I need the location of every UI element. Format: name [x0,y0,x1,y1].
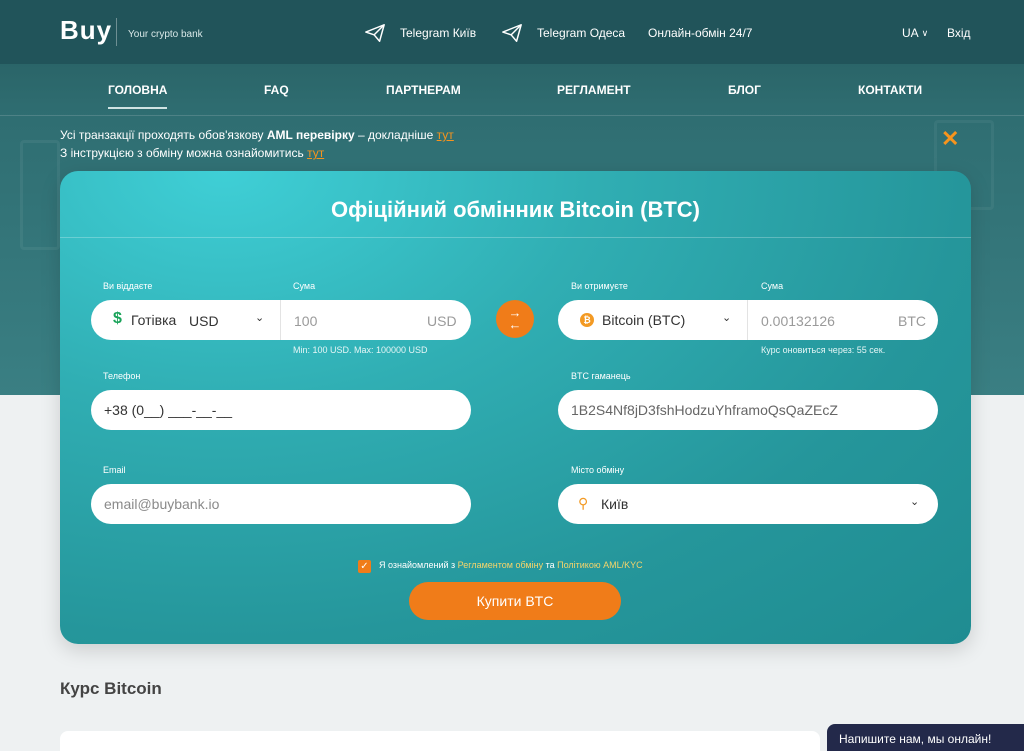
top-bar: Buy Your crypto bank Telegram Київ Teleg… [0,0,1024,64]
agree-prefix: Я ознайомлений з [379,560,458,570]
email-placeholder: email@buybank.io [104,496,220,512]
chat-widget[interactable]: Напишите нам, мы онлайн! [827,724,1024,751]
city-value: Київ [601,496,629,512]
receive-label: Ви отримуєте [571,281,628,291]
aml-notice: Усі транзакції проходять обов'язкову AML… [60,126,454,162]
notice-text: – докладніше [354,128,437,142]
receive-sum-label: Сума [761,281,784,291]
language-selector[interactable]: UA ∨ [902,26,928,40]
telegram-odesa-label: Telegram Одеса [537,26,626,40]
chevron-down-icon: ⌄ [722,312,732,324]
phone-value: +38 (0__) ___-__-__ [104,402,233,418]
paper-plane-icon [365,24,385,42]
wallet-input[interactable]: 1B2S4Nf8jD3fshHodzuYhframoQsQaZEcZ [558,390,938,430]
telegram-odesa-link[interactable]: Telegram Одеса [501,22,625,44]
wallet-value: 1B2S4Nf8jD3fshHodzuYhframoQsQaZEcZ [571,402,838,418]
swap-button[interactable]: → ← [496,300,534,338]
receive-sum-input[interactable]: 0.00132126 [761,313,835,329]
buy-button[interactable]: Купити BTC [409,582,621,620]
receive-field-group: ₿ Bitcoin (BTC) ⌄ 0.00132126 BTC [558,300,938,340]
telegram-kyiv-link[interactable]: Telegram Київ [364,22,476,44]
online-exchange-link[interactable]: Онлайн-обмін 24/7 [648,26,752,40]
city-select[interactable]: ⚲ Київ ⌄ [558,484,938,524]
notice-text: З інструкцією з обміну можна ознайомитис… [60,146,308,160]
rate-section-title: Курс Bitcoin [60,679,162,698]
wallet-label: BTC гаманець [571,371,631,381]
receive-currency-value: Bitcoin (BTC) [602,312,686,328]
give-field-group: $ Готівка USD ⌄ 100 USD [91,300,471,340]
agree-checkbox[interactable]: ✓ [358,560,371,573]
receive-currency-select[interactable]: ₿ Bitcoin (BTC) ⌄ [558,300,748,340]
notice-bold: AML перевірку [266,128,355,142]
telegram-kyiv-label: Telegram Київ [400,26,477,40]
dollar-icon: $ [113,310,122,327]
regulations-link[interactable]: Регламентом обміну [458,560,543,570]
chevron-down-icon: ∨ [921,27,929,38]
nav-regulations[interactable]: РЕГЛАМЕНТ [557,83,631,97]
give-method-value: Готівка [131,312,177,328]
rate-update-timer: Курс оновиться через: 55 сек. [761,345,886,355]
agree-mid: та [543,560,558,570]
give-sum-currency: USD [427,313,457,329]
phone-input[interactable]: +38 (0__) ___-__-__ [91,390,471,430]
nav-partners[interactable]: ПАРТНЕРАМ [386,83,461,97]
email-label: Email [103,465,126,475]
aml-details-link[interactable]: тут [437,128,454,142]
login-link[interactable]: Вхід [947,26,971,40]
nav-home[interactable]: ГОЛОВНА [108,83,168,109]
give-sum-input[interactable]: 100 [294,313,317,329]
exchange-title: Офіційний обмінник Bitcoin (BTC) [331,197,700,222]
aml-policy-link[interactable]: Політикою AML/KYC [557,560,642,570]
rate-card [60,731,820,751]
divider [60,237,971,238]
email-input[interactable]: email@buybank.io [91,484,471,524]
arrow-left-icon: ← [508,317,522,332]
exchange-form: Офіційний обмінник Bitcoin (BTC) Ви відд… [60,171,971,644]
give-limits: Min: 100 USD. Max: 100000 USD [293,345,428,355]
logo-divider [116,18,117,46]
paper-plane-icon [502,24,522,42]
background-decoration [20,140,60,250]
give-label: Ви віддаєте [103,281,153,291]
city-label: Місто обміну [571,465,625,475]
nav-faq[interactable]: FAQ [264,83,289,97]
logo-tagline: Your crypto bank [128,29,203,40]
nav-contacts[interactable]: КОНТАКТИ [858,83,922,97]
agree-text: Я ознайомлений з Регламентом обміну та П… [379,560,643,570]
language-label: UA [902,26,919,40]
give-currency-value: USD [189,313,219,329]
give-sum-label: Сума [293,281,316,291]
logo[interactable]: Buy [60,15,112,46]
chevron-down-icon: ⌄ [255,312,265,324]
nav-blog[interactable]: БЛОГ [728,83,761,97]
chevron-down-icon: ⌄ [910,496,920,508]
notice-text: Усі транзакції проходять обов'язкову [60,128,267,142]
bitcoin-icon: ₿ [580,313,594,327]
close-icon[interactable]: ✕ [941,128,959,150]
give-method-select[interactable]: $ Готівка USD ⌄ [91,300,281,340]
instruction-link[interactable]: тут [307,146,324,160]
phone-label: Телефон [103,371,141,381]
location-pin-icon: ⚲ [578,495,589,511]
main-nav: ГОЛОВНА FAQ ПАРТНЕРАМ РЕГЛАМЕНТ БЛОГ КОН… [0,64,1024,116]
receive-sum-currency: BTC [898,313,926,329]
